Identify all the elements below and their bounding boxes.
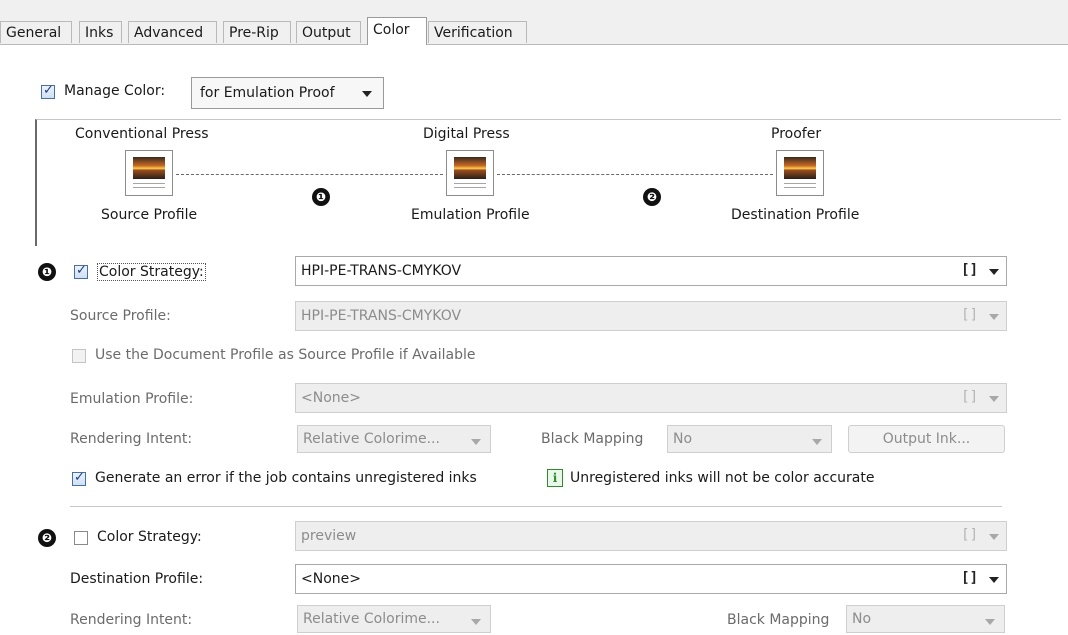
tab-pre-rip[interactable]: Pre-Rip (223, 21, 291, 43)
black-mapping-2-dropdown[interactable]: No (846, 605, 1005, 633)
chevron-down-icon (989, 534, 999, 540)
destination-profile-value: <None> (301, 571, 361, 587)
tab-color[interactable]: Color (367, 17, 427, 45)
tab-output[interactable]: Output (296, 21, 361, 43)
rendering-intent-label: Rendering Intent: (70, 431, 193, 447)
black-mapping-label: Black Mapping (541, 431, 644, 447)
manage-color-label: Manage Color: (64, 83, 166, 99)
output-ink-button[interactable]: Output Ink... (848, 425, 1005, 453)
black-mapping-dropdown[interactable]: No (667, 425, 832, 453)
chevron-down-icon (989, 269, 999, 275)
chevron-down-icon (985, 619, 995, 625)
black-mapping-2-value: No (852, 611, 872, 627)
tab-verification[interactable]: Verification (428, 21, 527, 43)
stage-title-conventional-press: Conventional Press (75, 126, 209, 142)
chevron-down-icon (471, 439, 481, 445)
step-2-badge: ❷ (643, 188, 661, 206)
source-profile-icon (125, 150, 173, 196)
source-profile-label: Source Profile: (70, 308, 171, 324)
profile-browse-icon[interactable]: [] (961, 389, 978, 405)
chevron-down-icon (362, 91, 372, 97)
color-strategy-label: Color Strategy: (97, 263, 206, 281)
black-mapping-2-label: Black Mapping (727, 612, 830, 628)
rendering-intent-2-label: Rendering Intent: (70, 612, 193, 628)
stage-title-proofer: Proofer (771, 126, 822, 142)
connector-line (176, 174, 443, 175)
info-icon: i (547, 469, 563, 487)
rendering-intent-dropdown[interactable]: Relative Colorime... (297, 425, 491, 453)
source-profile-dropdown[interactable]: HPI-PE-TRANS-CMYKOV [] (295, 301, 1007, 331)
emulation-profile-icon (446, 150, 494, 196)
unregistered-inks-info-text: Unregistered inks will not be color accu… (570, 470, 875, 486)
stage-caption-emulation-profile: Emulation Profile (411, 207, 530, 223)
tab-bar: General Inks Advanced Pre-Rip Output Col… (0, 0, 1068, 45)
color-strategy-2-checkbox[interactable] (74, 531, 88, 545)
manage-color-dropdown[interactable]: for Emulation Proof (191, 77, 384, 109)
color-strategy-checkbox[interactable] (74, 263, 88, 279)
chevron-down-icon (471, 619, 481, 625)
destination-profile-icon (776, 150, 824, 196)
connector-line (497, 174, 773, 175)
color-strategy-2-label: Color Strategy: (97, 529, 202, 545)
chevron-down-icon (812, 439, 822, 445)
rendering-intent-value: Relative Colorime... (303, 431, 440, 447)
step-1-badge: ❶ (312, 188, 330, 206)
tab-inks[interactable]: Inks (79, 21, 122, 43)
section-1-badge: ❶ (38, 263, 56, 281)
generate-error-checkbox[interactable] (72, 470, 86, 486)
color-strategy-2-dropdown[interactable]: preview [] (295, 521, 1007, 551)
tab-advanced[interactable]: Advanced (128, 21, 217, 43)
profile-browse-icon[interactable]: [] (961, 527, 978, 543)
manage-color-value: for Emulation Proof (200, 85, 335, 101)
generate-error-label: Generate an error if the job contains un… (95, 470, 477, 486)
source-profile-value: HPI-PE-TRANS-CMYKOV (301, 308, 462, 324)
destination-profile-label: Destination Profile: (70, 571, 204, 587)
section-2-badge: ❷ (38, 529, 56, 547)
destination-profile-dropdown[interactable]: <None> [] (295, 564, 1007, 594)
emulation-profile-value: <None> (301, 390, 361, 406)
emulation-profile-dropdown[interactable]: <None> [] (295, 383, 1007, 413)
profile-browse-icon[interactable]: [] (961, 307, 978, 323)
rendering-intent-2-dropdown[interactable]: Relative Colorime... (297, 605, 491, 633)
manage-color-checkbox[interactable] (41, 83, 55, 99)
color-strategy-2-value: preview (301, 528, 357, 544)
emulation-profile-label: Emulation Profile: (70, 391, 194, 407)
stage-title-digital-press: Digital Press (423, 126, 510, 142)
use-document-profile-label: Use the Document Profile as Source Profi… (95, 347, 476, 363)
tab-general[interactable]: General (0, 21, 72, 43)
stage-caption-source-profile: Source Profile (101, 207, 198, 223)
chevron-down-icon (989, 314, 999, 320)
color-strategy-dropdown[interactable]: HPI-PE-TRANS-CMYKOV [] (295, 256, 1007, 286)
color-strategy-value: HPI-PE-TRANS-CMYKOV (301, 263, 462, 279)
chevron-down-icon (989, 577, 999, 583)
stage-caption-destination-profile: Destination Profile (731, 207, 860, 223)
black-mapping-value: No (673, 431, 693, 447)
chevron-down-icon (989, 396, 999, 402)
profile-browse-icon[interactable]: [] (961, 262, 978, 278)
section-divider (70, 506, 1002, 507)
profile-browse-icon[interactable]: [] (961, 570, 978, 586)
use-document-profile-checkbox[interactable] (72, 349, 86, 363)
rendering-intent-2-value: Relative Colorime... (303, 611, 440, 627)
